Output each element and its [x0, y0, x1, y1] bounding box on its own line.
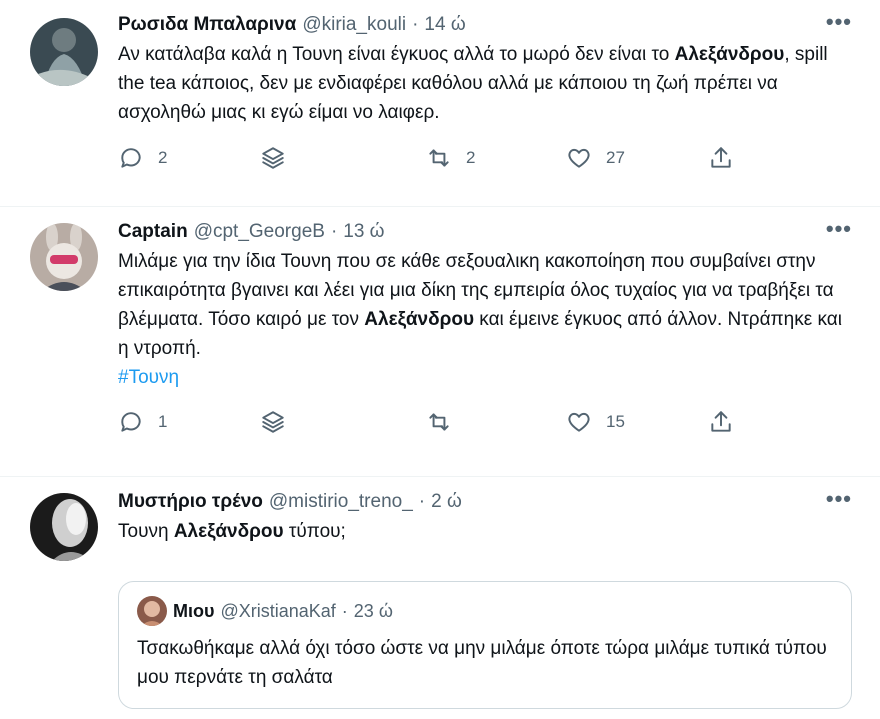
separator-dot: ·	[418, 491, 426, 512]
display-name[interactable]: Μυστήριο τρένο	[118, 489, 263, 515]
retweet-icon	[429, 149, 449, 167]
layers-icon	[262, 411, 284, 433]
tweet-text-part: τύπου;	[283, 521, 346, 542]
user-handle[interactable]: @mistirio_treno_	[269, 489, 413, 515]
reply-button[interactable]: 2	[118, 145, 167, 171]
tweet[interactable]: Μυστήριο τρένο @mistirio_treno_ · 2 ώ ••…	[0, 477, 880, 719]
share-button[interactable]	[708, 145, 734, 171]
reply-count: 1	[158, 412, 168, 431]
share-button[interactable]	[708, 409, 734, 435]
separator-dot: ·	[341, 600, 348, 621]
tweet-text-part: Τουνη	[118, 521, 174, 542]
like-count: 15	[606, 412, 625, 431]
quoted-user-handle[interactable]: @XristianaKaf	[220, 601, 335, 622]
layers-icon	[262, 147, 284, 169]
timestamp[interactable]: 14 ώ	[424, 12, 465, 38]
avatar[interactable]	[30, 18, 98, 86]
tweet[interactable]: Captain @cpt_GeorgeB · 13 ώ ••• Μιλάμε γ…	[0, 207, 880, 477]
user-handle[interactable]: @kiria_kouli	[302, 12, 406, 38]
share-icon	[711, 147, 731, 168]
quoted-tweet[interactable]: Μιου @XristianaKaf · 23 ώ Τσακωθήκαμε αλ…	[118, 581, 852, 709]
retweet-button[interactable]: 2	[426, 145, 475, 171]
reply-count: 2	[158, 148, 168, 167]
display-name[interactable]: Captain	[118, 219, 188, 245]
tweet-text: Αν κατάλαβα καλά η Τουνη είναι έγκυος αλ…	[118, 40, 852, 127]
user-handle[interactable]: @cpt_GeorgeB	[194, 219, 325, 245]
tweet-text-bold: Αλεξάνδρου	[674, 44, 785, 65]
share-icon	[711, 411, 731, 432]
display-name[interactable]: Ρωσιδα Μπαλαρινα	[118, 12, 296, 38]
tweet-text-bold: Αλεξάνδρου	[173, 521, 284, 542]
quoted-timestamp[interactable]: 23 ώ	[354, 601, 393, 622]
separator-dot: ·	[412, 14, 419, 35]
timestamp[interactable]: 13 ώ	[343, 219, 384, 245]
tweet-text-part: Αν κατάλαβα καλά η Τουνη είναι έγκυος αλ…	[118, 44, 675, 65]
layers-button[interactable]	[260, 145, 286, 171]
retweet-button[interactable]	[426, 409, 466, 435]
hashtag-link[interactable]: #Τουνη	[118, 363, 852, 392]
avatar[interactable]	[30, 493, 98, 561]
retweet-icon	[429, 413, 449, 431]
like-button[interactable]: 27	[566, 145, 625, 171]
heart-icon	[568, 148, 590, 168]
tweet[interactable]: Ρωσιδα Μπαλαρινα @kiria_kouli · 14 ώ •••…	[0, 0, 880, 207]
tweet-text: Μιλάμε για την ίδια Τουνη που σε κάθε σε…	[118, 247, 852, 392]
more-icon[interactable]: •••	[826, 488, 852, 510]
like-count: 27	[606, 148, 625, 167]
reply-icon	[121, 148, 141, 168]
more-icon[interactable]: •••	[826, 11, 852, 33]
more-icon[interactable]: •••	[826, 218, 852, 240]
quoted-tweet-text: Τσακωθήκαμε αλλά όχι τόσο ώστε να μην μι…	[137, 638, 827, 688]
tweet-text-bold: Αλεξάνδρου	[364, 309, 475, 330]
layers-button[interactable]	[260, 409, 286, 435]
retweet-count: 2	[466, 148, 476, 167]
avatar[interactable]	[30, 223, 98, 291]
quoted-display-name[interactable]: Μιου	[173, 601, 214, 622]
reply-icon	[121, 412, 141, 432]
timestamp[interactable]: 2 ώ	[431, 489, 462, 515]
separator-dot: ·	[330, 221, 338, 242]
reply-button[interactable]: 1	[118, 409, 167, 435]
heart-icon	[568, 412, 590, 432]
like-button[interactable]: 15	[566, 409, 625, 435]
quoted-avatar[interactable]	[137, 596, 167, 626]
tweet-text: Τουνη Αλεξάνδρου τύπου;	[118, 517, 852, 546]
